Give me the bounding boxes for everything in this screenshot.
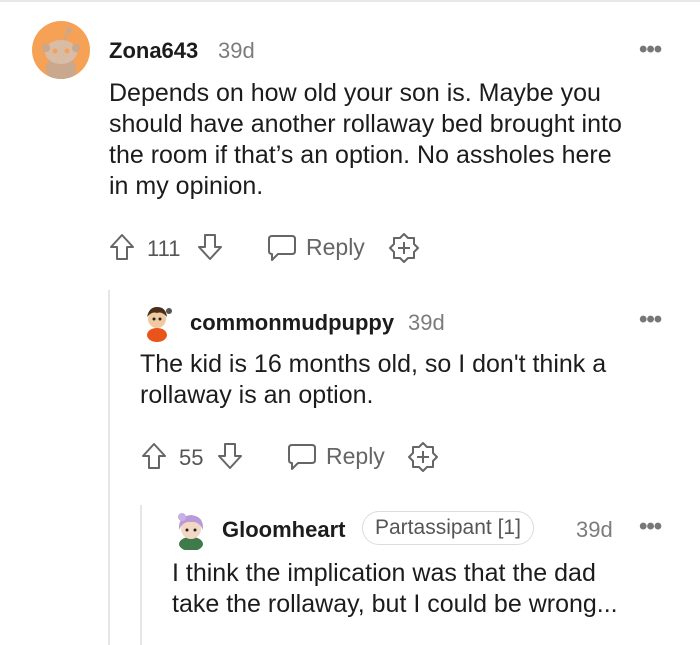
more-options-icon[interactable]: ••• — [639, 513, 662, 541]
comment-line: I think the implication was that the dad — [172, 559, 596, 587]
comment-body: I think the implication was that the dad… — [172, 558, 692, 620]
comment-line: take the rollaway, but I could be wrong.… — [172, 590, 618, 618]
comment-gloomheart: Gloomheart Partassipant [1] 39d ••• I th… — [0, 0, 700, 645]
comment-author[interactable]: Gloomheart — [222, 517, 345, 543]
avatar[interactable] — [172, 510, 210, 550]
user-flair: Partassipant [1] — [362, 511, 534, 545]
comment-timestamp[interactable]: 39d — [576, 517, 613, 543]
custom-avatar-icon — [178, 513, 204, 550]
